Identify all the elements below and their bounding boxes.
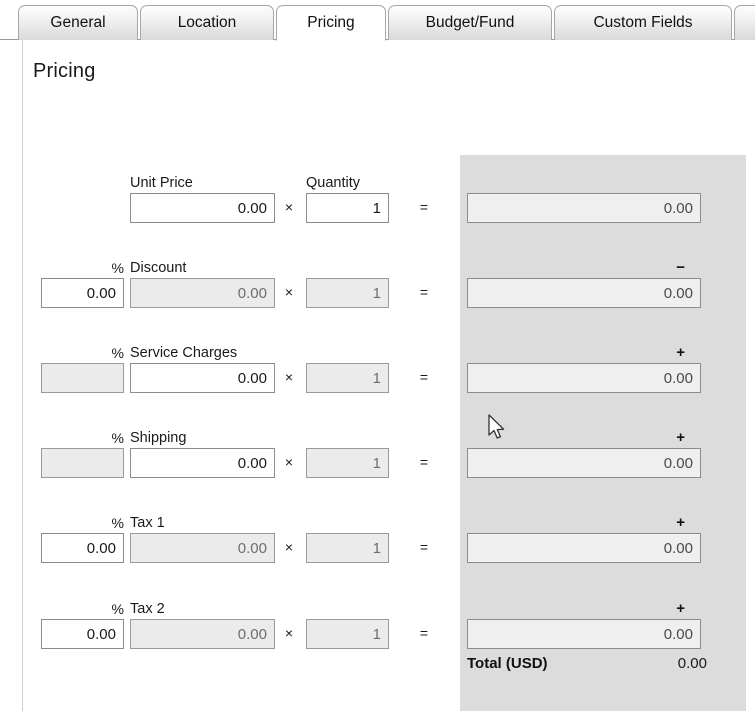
quantity-input-shipping xyxy=(306,448,389,478)
multiply-operator-shipping: × xyxy=(284,454,294,470)
amount-input-tax-1 xyxy=(130,533,275,563)
equals-operator-shipping: = xyxy=(419,454,429,470)
quantity-input-discount xyxy=(306,278,389,308)
quantity-input-service-charges xyxy=(306,363,389,393)
tab-location[interactable]: Location xyxy=(140,5,274,40)
equals-operator-service-charges: = xyxy=(419,369,429,385)
percent-label-shipping: % xyxy=(111,430,124,446)
amount-input-unit-price[interactable] xyxy=(130,193,275,223)
amount-input-shipping[interactable] xyxy=(130,448,275,478)
pricing-row-discount: % Discount × = − xyxy=(23,260,755,345)
percent-label-discount: % xyxy=(111,260,124,276)
pricing-row-tax-1: % Tax 1 × = + xyxy=(23,515,755,600)
result-field-tax-1 xyxy=(467,533,701,563)
page-title: Pricing xyxy=(33,60,96,82)
pricing-row-unit-price: Unit Price Quantity × = xyxy=(23,175,755,260)
result-field-discount xyxy=(467,278,701,308)
pricing-row-shipping: % Shipping × = + xyxy=(23,430,755,515)
amount-input-service-charges[interactable] xyxy=(130,363,275,393)
quantity-input-tax-2 xyxy=(306,619,389,649)
percent-input-discount[interactable] xyxy=(41,278,124,308)
pricing-screen: General Location Pricing Budget/Fund Custom … xyxy=(0,0,755,711)
row-label-shipping: Shipping xyxy=(130,430,187,446)
tab-label: Pricing xyxy=(307,14,355,32)
equals-operator-tax-1: = xyxy=(419,539,429,555)
percent-input-service-charges xyxy=(41,363,124,393)
row-label-tax-1: Tax 1 xyxy=(130,515,165,531)
equals-operator-unit-price: = xyxy=(419,199,429,215)
multiply-operator-service-charges: × xyxy=(284,369,294,385)
row-label-unit-price: Unit Price xyxy=(130,175,193,191)
pricing-row-service-charges: % Service Charges × = + xyxy=(23,345,755,430)
row-label-service-charges: Service Charges xyxy=(130,345,238,361)
quantity-input-unit-price[interactable] xyxy=(306,193,389,223)
tab-overflow[interactable] xyxy=(734,5,755,40)
total-row: Total (USD) 0.00 xyxy=(467,655,707,672)
total-label: Total (USD) xyxy=(467,655,548,672)
result-field-unit-price xyxy=(467,193,701,223)
pricing-row-tax-2: % Tax 2 × = + xyxy=(23,601,755,686)
tab-budget-fund[interactable]: Budget/Fund xyxy=(388,5,552,40)
percent-label-tax-1: % xyxy=(111,515,124,531)
amount-input-discount xyxy=(130,278,275,308)
minus-sign-discount: − xyxy=(676,259,685,276)
percent-label-service-charges: % xyxy=(111,345,124,361)
tab-bar: General Location Pricing Budget/Fund Custom … xyxy=(0,0,755,41)
multiply-operator-discount: × xyxy=(284,284,294,300)
equals-operator-discount: = xyxy=(419,284,429,300)
percent-input-tax-1[interactable] xyxy=(41,533,124,563)
multiply-operator-tax-2: × xyxy=(284,625,294,641)
tab-label: General xyxy=(50,14,106,32)
multiply-operator-tax-1: × xyxy=(284,539,294,555)
equals-operator-tax-2: = xyxy=(419,625,429,641)
result-field-service-charges xyxy=(467,363,701,393)
plus-sign-service-charges: + xyxy=(676,344,685,361)
plus-sign-shipping: + xyxy=(676,429,685,446)
tab-general[interactable]: General xyxy=(18,5,138,40)
total-value: 0.00 xyxy=(677,655,707,672)
tab-label: Custom Fields xyxy=(593,14,693,32)
row-label-discount: Discount xyxy=(130,260,187,276)
plus-sign-tax-2: + xyxy=(676,600,685,617)
tab-pricing[interactable]: Pricing xyxy=(276,5,386,41)
quantity-input-tax-1 xyxy=(306,533,389,563)
result-field-shipping xyxy=(467,448,701,478)
plus-sign-tax-1: + xyxy=(676,514,685,531)
tab-label: Location xyxy=(177,14,237,32)
result-field-tax-2 xyxy=(467,619,701,649)
tab-content-panel: Pricing Unit Price Quantity × =% Discount × = −… xyxy=(22,40,755,711)
multiply-operator-unit-price: × xyxy=(284,199,294,215)
quantity-label: Quantity xyxy=(306,175,360,191)
percent-input-tax-2[interactable] xyxy=(41,619,124,649)
percent-label-tax-2: % xyxy=(111,601,124,617)
tab-label: Budget/Fund xyxy=(425,14,515,32)
amount-input-tax-2 xyxy=(130,619,275,649)
percent-input-shipping xyxy=(41,448,124,478)
row-label-tax-2: Tax 2 xyxy=(130,601,165,617)
tab-custom-fields[interactable]: Custom Fields xyxy=(554,5,732,40)
